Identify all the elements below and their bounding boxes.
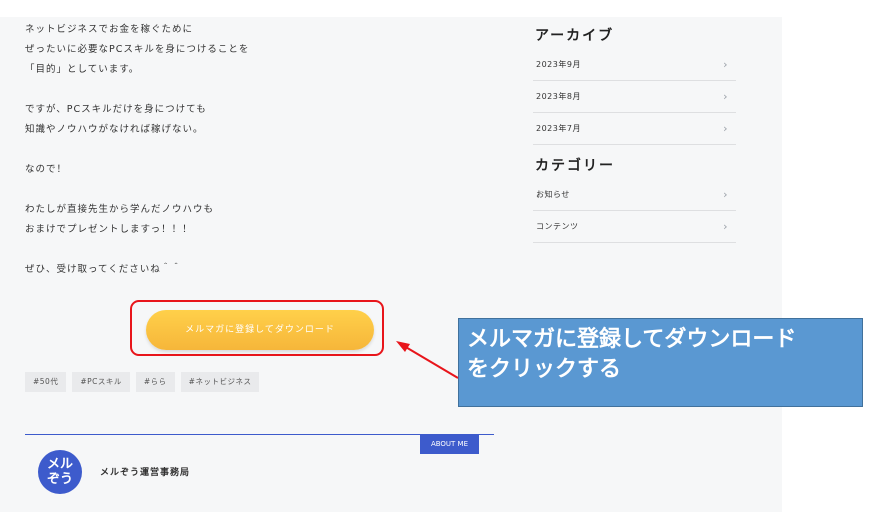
paragraph-3: なので！ — [25, 164, 68, 175]
sidebar: アーカイブ 2023年9月 › 2023年8月 › 2023年7月 › カテゴリ… — [533, 25, 736, 243]
callout-line-2: をクリックする — [467, 357, 622, 382]
newsletter-download-button[interactable]: メルマガに登録してダウンロード — [146, 310, 374, 350]
archive-item-2023-07[interactable]: 2023年7月 › — [533, 113, 736, 145]
instruction-callout: メルマガに登録してダウンロード をクリックする — [458, 318, 863, 407]
category-item-news[interactable]: お知らせ › — [533, 179, 736, 211]
chevron-right-icon: › — [723, 58, 728, 71]
article-body: ネットビジネスでお金を稼ぐために ぜったいに必要なPCスキルを身につけることを … — [25, 20, 495, 280]
avatar: メル ぞう — [38, 450, 82, 494]
avatar-text-bottom: ぞう — [46, 472, 73, 487]
chevron-right-icon: › — [723, 122, 728, 135]
paragraph-1: ネットビジネスでお金を稼ぐために ぜったいに必要なPCスキルを身につけることを … — [25, 24, 250, 75]
tag-rara[interactable]: #らら — [135, 372, 175, 392]
chevron-right-icon: › — [723, 220, 728, 233]
category-item-contents[interactable]: コンテンツ › — [533, 211, 736, 243]
tag-net-business[interactable]: #ネットビジネス — [180, 372, 260, 392]
archive-item-2023-09[interactable]: 2023年9月 › — [533, 49, 736, 81]
category-heading: カテゴリー — [535, 158, 615, 174]
archive-heading: アーカイブ — [535, 28, 615, 44]
archive-item-2023-08[interactable]: 2023年8月 › — [533, 81, 736, 113]
paragraph-5: ぜひ、受け取ってくださいね＾＾ — [25, 264, 182, 275]
tag-50s[interactable]: #50代 — [25, 372, 67, 392]
avatar-text-top: メル — [46, 457, 73, 472]
chevron-right-icon: › — [723, 90, 728, 103]
author-name: メルぞう運営事務局 — [100, 468, 191, 478]
paragraph-4: わたしが直接先生から学んだノウハウも おまけでプレゼントしますっ！！！ — [25, 204, 215, 235]
paragraph-2: ですが、PCスキルだけを身につけても 知識やノウハウがなければ稼げない。 — [25, 104, 207, 135]
about-me-button[interactable]: ABOUT ME — [420, 434, 479, 454]
callout-line-1: メルマガに登録してダウンロード — [467, 327, 797, 352]
tag-list: #50代 #PCスキル #らら #ネットビジネス — [25, 372, 260, 392]
tag-pc-skill[interactable]: #PCスキル — [72, 372, 130, 392]
chevron-right-icon: › — [723, 188, 728, 201]
